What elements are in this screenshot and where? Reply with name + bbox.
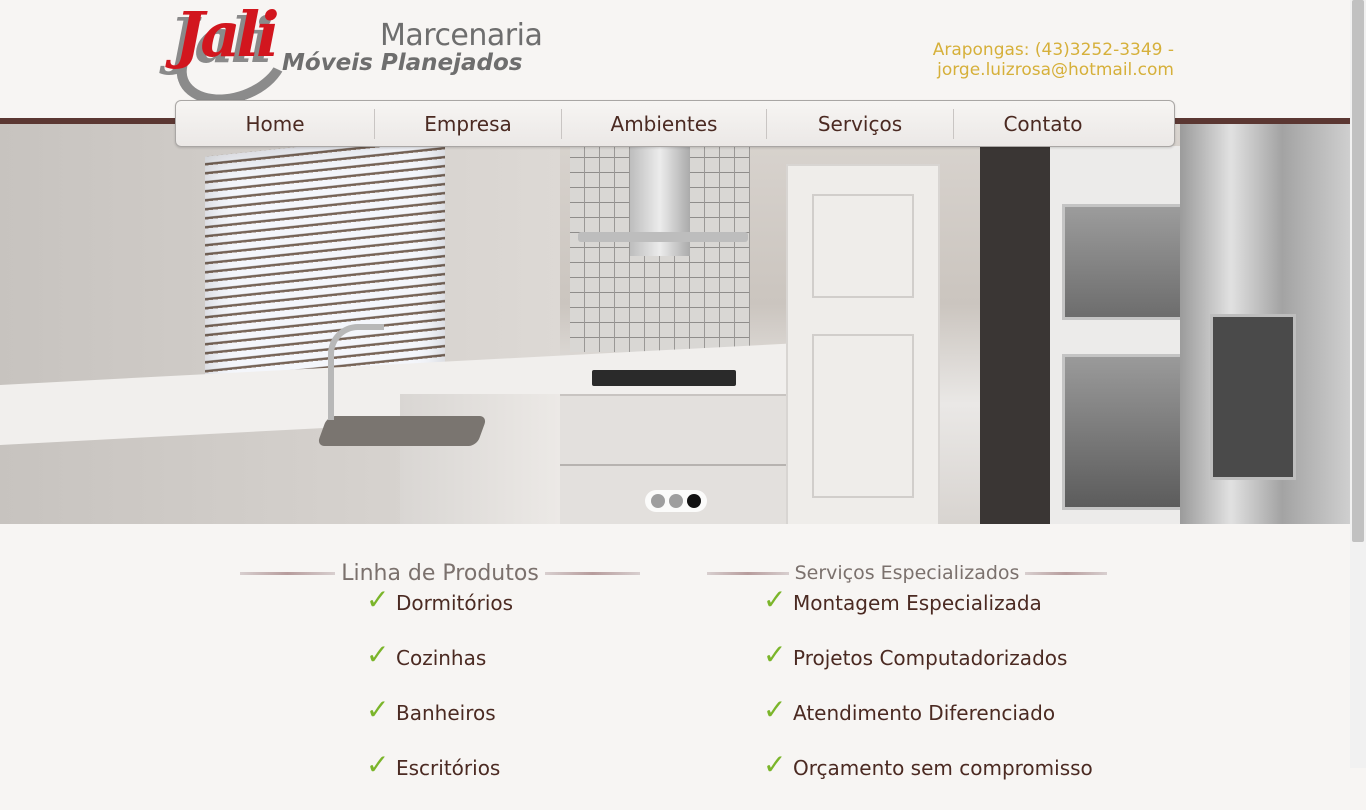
nav-contato[interactable]: Contato (954, 109, 1132, 139)
products-section: Linha de Produtos ✓ Dormitórios ✓ Cozinhas… (240, 556, 640, 810)
products-list: ✓ Dormitórios ✓ Cozinhas ✓ Banheiros ✓ Escri… (240, 583, 640, 810)
services-list: ✓ Montagem Especializada ✓ Projetos Comput… (707, 583, 1107, 810)
contact-info: Arapongas: (43)3252-3349 - jorge.luizros… (932, 40, 1174, 80)
checkmark-icon: ✓ (366, 748, 390, 781)
checkmark-icon: ✓ (763, 583, 787, 616)
hero-dark-panel (980, 146, 1050, 524)
services-title: Serviços Especializados (794, 562, 1020, 584)
hero-cabinet-line (560, 464, 800, 466)
hero-slider-image (0, 124, 1350, 524)
hero-hood-base (578, 232, 748, 242)
logo-brand: Jali (175, 0, 280, 71)
services-section: Serviços Especializados ✓ Montagem Especi… (707, 556, 1107, 810)
checkmark-icon: ✓ (763, 693, 787, 726)
heading-rule-right (1025, 571, 1107, 575)
slider-dot-2[interactable] (669, 494, 683, 508)
checkmark-icon: ✓ (763, 748, 787, 781)
nav-empresa[interactable]: Empresa (375, 108, 562, 139)
slider-dot-3[interactable] (687, 494, 701, 508)
list-item[interactable]: ✓ Orçamento sem compromisso (763, 748, 1107, 810)
slider-pagination (645, 490, 707, 512)
nav-home[interactable]: Home (176, 108, 375, 139)
products-title: Linha de Produtos (341, 560, 539, 586)
checkmark-icon: ✓ (763, 638, 787, 671)
scrollbar-thumb[interactable] (1352, 0, 1364, 542)
logo-line2: Móveis Planejados (282, 50, 523, 76)
hero-fridge-panel (1210, 314, 1296, 480)
list-item[interactable]: ✓ Banheiros (366, 693, 640, 755)
site-logo[interactable]: Jali Marcenaria Móveis Planejados (164, 0, 543, 120)
hero-cooktop (592, 370, 736, 386)
heading-rule-left (707, 571, 789, 575)
logo-line1: Marcenaria (380, 18, 543, 53)
slider-dot-1[interactable] (651, 494, 665, 508)
heading-rule-right (544, 571, 640, 575)
hero-oven (1062, 354, 1186, 510)
list-item[interactable]: ✓ Projetos Computadorizados (763, 638, 1107, 700)
hero-faucet (328, 324, 384, 420)
list-item[interactable]: ✓ Atendimento Diferenciado (763, 693, 1107, 755)
hero-door-panel-top (812, 194, 914, 298)
hero-door-panel-bottom (812, 334, 914, 498)
list-item[interactable]: ✓ Escritórios (366, 748, 640, 810)
main-nav: Home Empresa Ambientes Serviços Contato (175, 100, 1175, 147)
heading-rule-left (240, 571, 336, 575)
list-item[interactable]: ✓ Montagem Especializada (763, 583, 1107, 645)
list-item[interactable]: ✓ Cozinhas (366, 638, 640, 700)
hero-cabinet-left (400, 394, 560, 524)
checkmark-icon: ✓ (366, 638, 390, 671)
nav-ambientes[interactable]: Ambientes (562, 108, 767, 139)
hero-microwave (1062, 204, 1186, 320)
hero-sink (316, 416, 488, 446)
list-item[interactable]: ✓ Dormitórios (366, 583, 640, 645)
checkmark-icon: ✓ (366, 583, 390, 616)
checkmark-icon: ✓ (366, 693, 390, 726)
nav-servicos[interactable]: Serviços (767, 108, 954, 139)
products-heading: Linha de Produtos (240, 556, 640, 590)
